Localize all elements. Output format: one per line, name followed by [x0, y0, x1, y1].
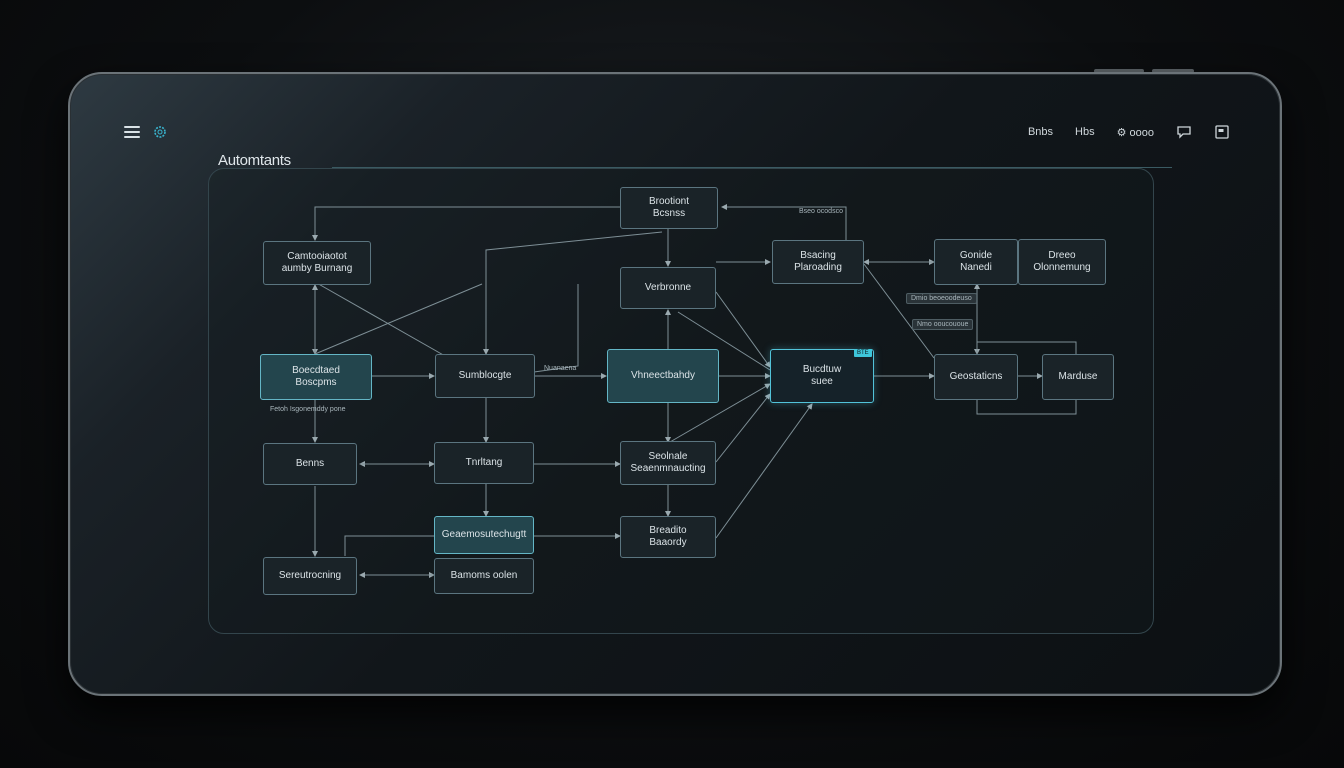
node-left-mid[interactable]: Boecdtaed Boscpms — [260, 354, 372, 400]
node-center-low[interactable]: Seolnale Seaenmnaucting — [620, 441, 716, 485]
edge-label-mid: Nuanaena — [544, 365, 577, 372]
edge-label-right-1: Dmio beoeoodeuso — [906, 293, 977, 304]
node-left-low[interactable]: Benns — [263, 443, 357, 485]
node-top-center[interactable]: Brootiont Bcsnss — [620, 187, 718, 229]
node-right-mid[interactable]: Geostaticns — [934, 354, 1018, 400]
node-focus[interactable]: Bucdtuw suee — [770, 349, 874, 403]
node-mid-left[interactable]: Sumblocgte — [435, 354, 535, 398]
focus-badge: BTE — [854, 349, 872, 357]
node-caption-left: Fetoh Isgonemddy pone — [270, 406, 346, 413]
node-center-bottom[interactable]: Breadito Baaordy — [620, 516, 716, 558]
node-center-mid[interactable]: Verbronne — [620, 267, 716, 309]
node-right-box-b[interactable]: Dreeo Olonnemung — [1018, 239, 1106, 285]
node-left-bottom[interactable]: Sereutrocning — [263, 557, 357, 595]
node-right-box-a[interactable]: Gonide Nanedi — [934, 239, 1018, 285]
node-main-hub[interactable]: Vhneectbahdy — [607, 349, 719, 403]
tablet-device: Automtants Bnbs Hbs ⚙ oooo Brootiont Bcs… — [68, 72, 1282, 696]
node-mid-bottom[interactable]: Bamoms oolen — [434, 558, 534, 594]
node-mid-bottom-top[interactable]: Geaemosutechugtt — [434, 516, 534, 554]
node-right-top-left[interactable]: Bsacing Plaroading — [772, 240, 864, 284]
edge-label-top: Bseo ocodsco — [799, 208, 843, 215]
node-mid-low[interactable]: Tnrltang — [434, 442, 534, 484]
edge-label-right-2: Nmo ooucououe — [912, 319, 974, 330]
node-right-far[interactable]: Marduse — [1042, 354, 1114, 400]
node-left-top[interactable]: Camtooiaotot aumby Burnang — [263, 241, 371, 285]
